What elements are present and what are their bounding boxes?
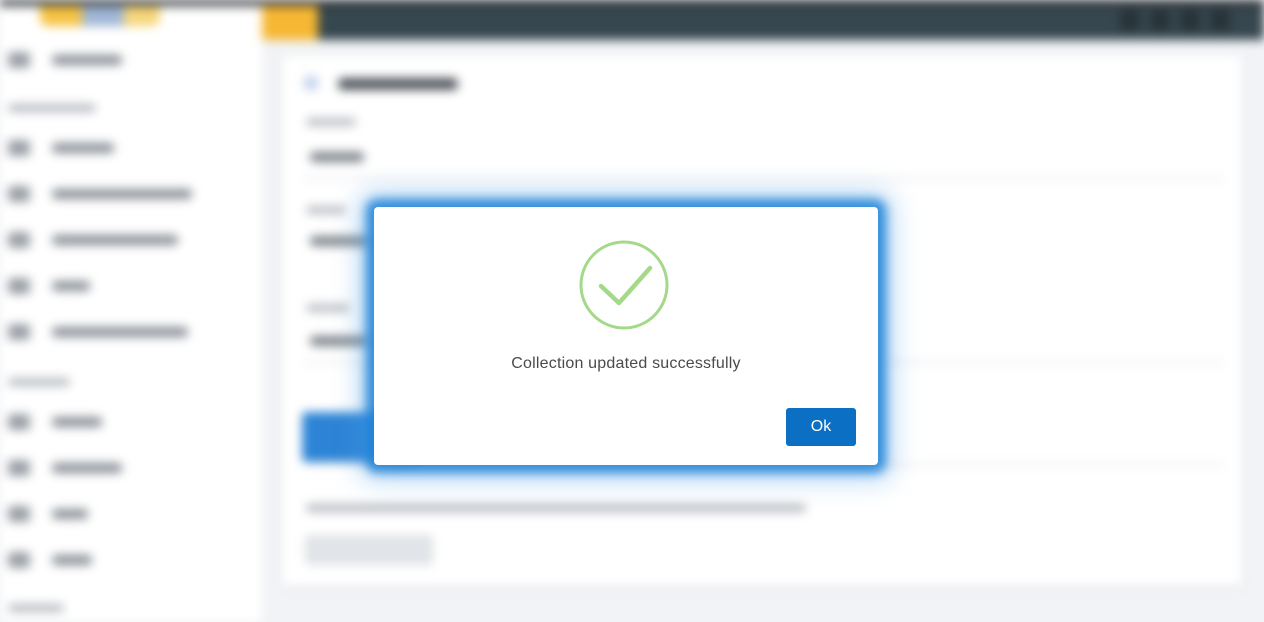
- check-circle-icon: [579, 240, 669, 330]
- helper-note: [306, 504, 806, 512]
- header-icon: [1180, 10, 1200, 30]
- sidebar-item: [8, 504, 88, 524]
- sidebar-item-label: [52, 509, 88, 519]
- sidebar-item-label: [52, 235, 178, 245]
- field-label: [306, 206, 346, 214]
- ok-button[interactable]: Ok: [786, 408, 856, 446]
- sidebar-icon: [8, 232, 30, 248]
- header-icon: [1120, 10, 1140, 30]
- sidebar-item-label: [52, 143, 114, 153]
- field-value: [310, 336, 370, 346]
- sidebar: [0, 6, 262, 622]
- sidebar-item: [8, 230, 178, 250]
- sidebar-item: [8, 458, 122, 478]
- sidebar-item: [8, 276, 90, 296]
- header-icon: [1150, 10, 1170, 30]
- sidebar-icon: [8, 506, 30, 522]
- back-icon: [304, 76, 318, 90]
- sidebar-section-heading: [8, 378, 70, 386]
- sidebar-icon: [8, 140, 30, 156]
- sidebar-item: [8, 412, 102, 432]
- success-dialog: Collection updated successfully Ok: [374, 207, 878, 465]
- sidebar-item: [8, 184, 192, 204]
- header-accent: [262, 6, 318, 40]
- sidebar-icon: [8, 186, 30, 202]
- sidebar-item-label: [52, 463, 122, 473]
- sidebar-icon: [8, 52, 30, 68]
- top-header: [262, 6, 1264, 40]
- sidebar-icon: [8, 324, 30, 340]
- sidebar-section-heading: [8, 104, 96, 112]
- sidebar-icon: [8, 552, 30, 568]
- sidebar-item-label: [52, 555, 92, 565]
- field-underline: [304, 178, 1224, 179]
- header-icon: [1210, 10, 1230, 30]
- field-value: [310, 152, 364, 162]
- sidebar-item-label: [52, 417, 102, 427]
- sidebar-item: [8, 50, 122, 70]
- sidebar-icon: [8, 278, 30, 294]
- sidebar-section-heading: [8, 604, 64, 612]
- dialog-message: Collection updated successfully: [511, 355, 741, 372]
- logo: [40, 6, 160, 26]
- sidebar-item-label: [52, 55, 122, 65]
- sidebar-icon: [8, 460, 30, 476]
- sidebar-item-label: [52, 281, 90, 291]
- sidebar-item-label: [52, 189, 192, 199]
- secondary-button: [306, 536, 432, 564]
- field-value: [310, 236, 370, 246]
- sidebar-item: [8, 138, 114, 158]
- field-label: [306, 304, 350, 312]
- sidebar-item-label: [52, 327, 188, 337]
- sidebar-item: [8, 550, 92, 570]
- sidebar-icon: [8, 414, 30, 430]
- field-label: [306, 118, 356, 126]
- sidebar-item: [8, 322, 188, 342]
- page-title: [338, 78, 458, 90]
